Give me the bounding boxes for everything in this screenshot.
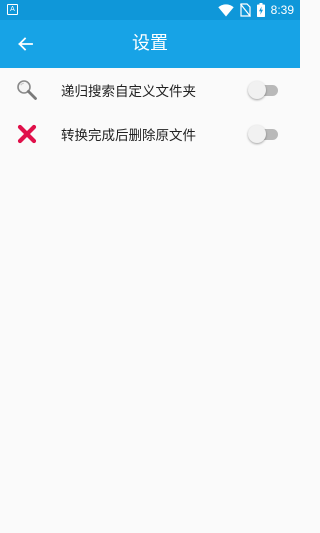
delete-original-toggle[interactable] — [248, 124, 278, 144]
settings-list: 递归搜索自定义文件夹 转换完成后删除原文件 — [0, 68, 300, 156]
status-bar: A 8:39 — [0, 0, 300, 20]
battery-charging-icon — [256, 3, 265, 17]
toggle-thumb — [248, 81, 266, 99]
recursive-search-toggle[interactable] — [248, 80, 278, 100]
setting-label-recursive-search: 递归搜索自定义文件夹 — [61, 84, 196, 100]
status-icons: 8:39 — [217, 2, 294, 18]
magnifier-icon — [16, 79, 38, 101]
app-notification-icon: A — [7, 4, 18, 15]
page-title: 设置 — [132, 33, 168, 54]
setting-row-recursive-search[interactable]: 递归搜索自定义文件夹 — [0, 68, 300, 112]
toggle-thumb — [248, 125, 266, 143]
app-bar: 设置 — [0, 20, 300, 68]
wifi-icon — [217, 3, 234, 16]
status-time: 8:39 — [270, 3, 294, 17]
no-sim-icon — [239, 3, 251, 17]
red-x-icon — [16, 123, 38, 145]
setting-row-delete-original[interactable]: 转换完成后删除原文件 — [0, 112, 300, 156]
setting-label-delete-original: 转换完成后删除原文件 — [61, 128, 196, 144]
